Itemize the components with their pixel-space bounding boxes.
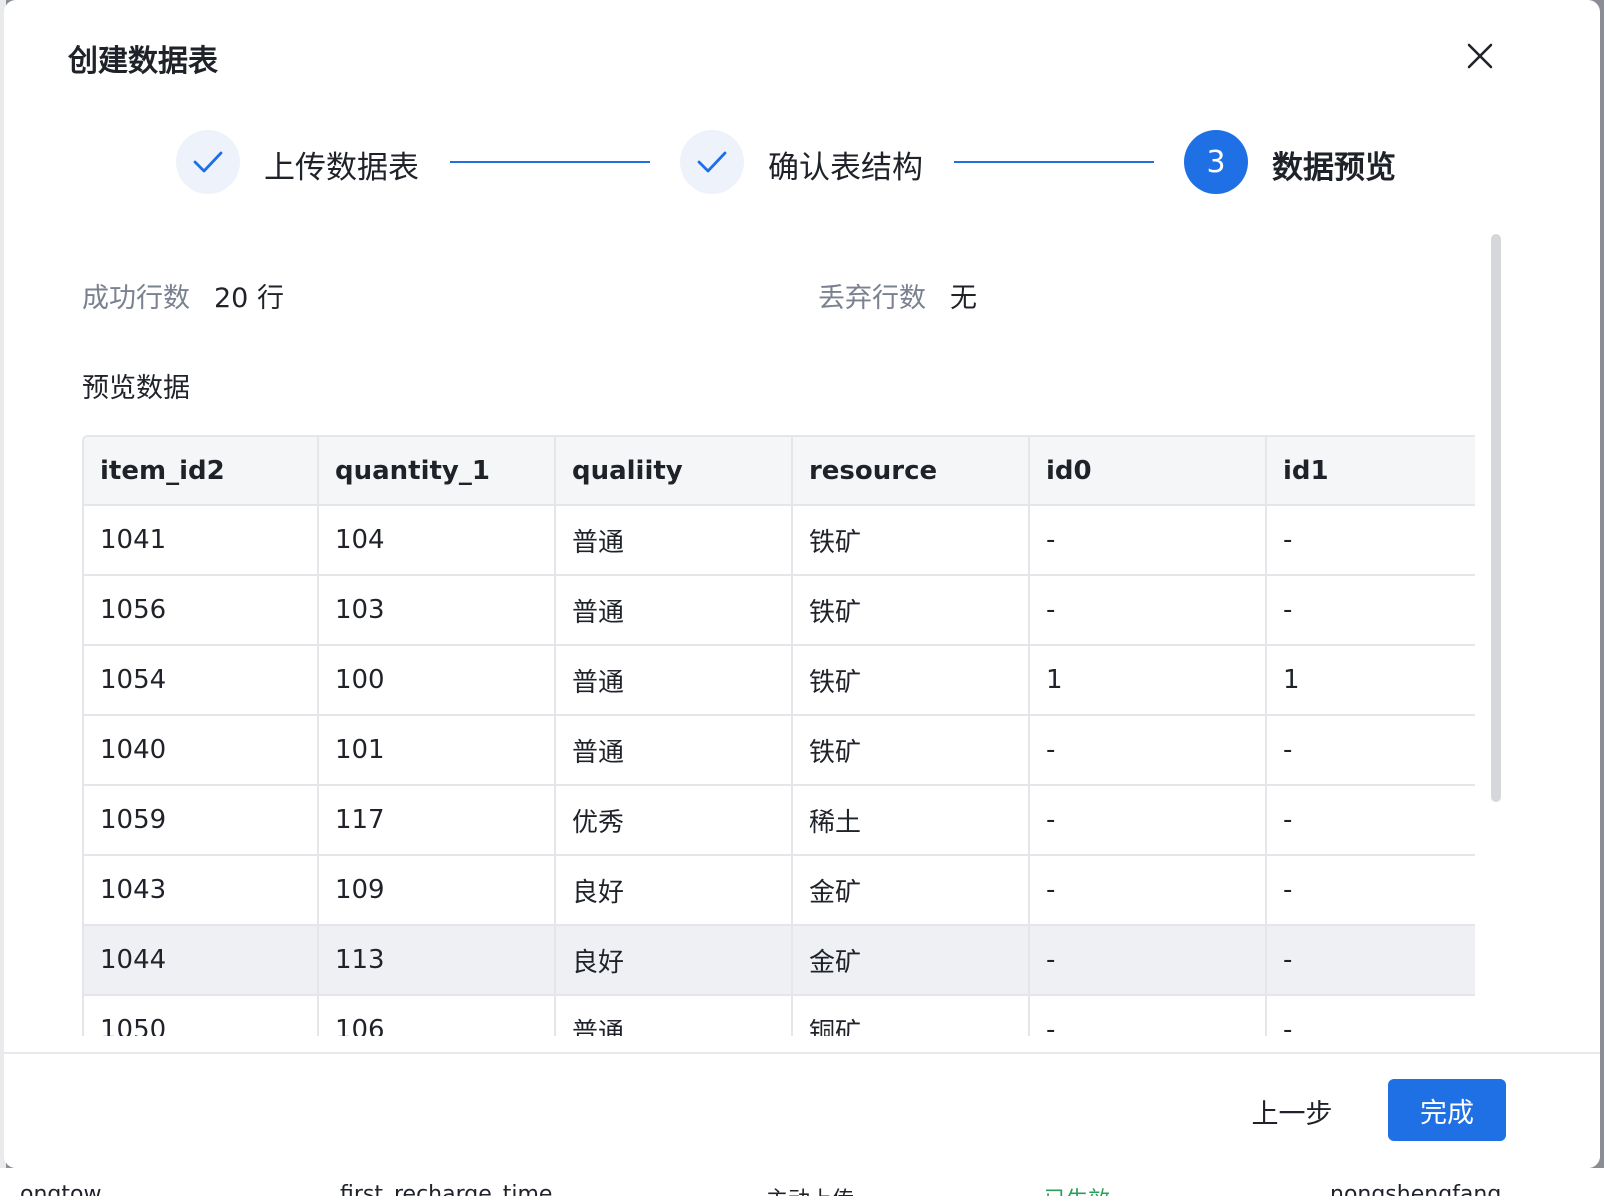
finish-button[interactable]: 完成: [1388, 1079, 1506, 1141]
table-cell: 1054: [84, 645, 319, 716]
table-cell: 铁矿: [791, 715, 1030, 786]
table-cell: -: [1265, 505, 1475, 576]
table-cell: 优秀: [554, 785, 793, 856]
dialog-footer: 上一步 完成: [4, 1052, 1600, 1168]
close-icon: [1467, 43, 1493, 69]
table-row[interactable]: 1040 101 普通 铁矿 - -: [84, 715, 1475, 786]
table-cell: -: [1028, 995, 1267, 1036]
table-cell: -: [1265, 995, 1475, 1036]
table-cell: 1044: [84, 925, 319, 996]
step-connector: [954, 161, 1154, 163]
column-header: item_id2: [84, 437, 319, 506]
table-cell: 100: [317, 645, 556, 716]
step-connector: [450, 161, 650, 163]
step-1-check: [176, 130, 240, 194]
step-3-label: 数据预览: [1272, 150, 1396, 186]
background-text: 已生效: [1044, 1182, 1110, 1196]
column-header: qualiity: [554, 437, 793, 506]
table-cell: 101: [317, 715, 556, 786]
background-text: first_recharge_time: [340, 1182, 553, 1196]
table-cell: -: [1028, 715, 1267, 786]
table-cell: 103: [317, 575, 556, 646]
table-row[interactable]: 1043 109 良好 金矿 - -: [84, 855, 1475, 926]
table-cell: 1041: [84, 505, 319, 576]
table-cell: 良好: [554, 855, 793, 926]
table-cell: -: [1028, 785, 1267, 856]
step-2-label: 确认表结构: [768, 150, 923, 186]
table-cell: -: [1265, 925, 1475, 996]
preview-table: item_id2 quantity_1 qualiity resource id…: [84, 437, 1475, 1036]
table-cell: 113: [317, 925, 556, 996]
check-icon: [697, 151, 727, 173]
column-header: resource: [791, 437, 1030, 506]
table-header-row: item_id2 quantity_1 qualiity resource id…: [84, 437, 1475, 506]
table-cell: -: [1028, 925, 1267, 996]
table-row[interactable]: 1041 104 普通 铁矿 - -: [84, 505, 1475, 576]
table-cell: 铜矿: [791, 995, 1030, 1036]
table-cell: 1059: [84, 785, 319, 856]
table-row[interactable]: 1044 113 良好 金矿 - -: [84, 925, 1475, 996]
preview-table-container[interactable]: item_id2 quantity_1 qualiity resource id…: [82, 435, 1475, 1036]
close-button[interactable]: [1460, 36, 1500, 76]
discard-rows-value: 无: [950, 283, 977, 314]
table-row[interactable]: 1050 106 普通 铜矿 - -: [84, 995, 1475, 1036]
preview-title: 预览数据: [82, 373, 190, 404]
table-cell: 普通: [554, 715, 793, 786]
table-cell: 1: [1028, 645, 1267, 716]
dialog-title: 创建数据表: [68, 44, 218, 79]
table-cell: -: [1265, 715, 1475, 786]
success-rows-value: 20 行: [214, 283, 284, 314]
table-cell: 普通: [554, 645, 793, 716]
background-page: ongtow first_recharge_time 主动上传 已生效 nong…: [0, 1168, 1604, 1196]
table-cell: 稀土: [791, 785, 1030, 856]
create-table-dialog: 创建数据表 上传数据表 确认表结构 3 数据预览 成功行数 20 行 丢弃行数 …: [4, 0, 1600, 1168]
success-rows-label: 成功行数: [82, 283, 190, 314]
step-3-number: 3: [1184, 130, 1248, 194]
table-cell: 117: [317, 785, 556, 856]
background-text: nongshengfang: [1330, 1182, 1502, 1196]
step-1-label: 上传数据表: [264, 150, 419, 186]
table-cell: 金矿: [791, 925, 1030, 996]
previous-step-button[interactable]: 上一步: [1236, 1082, 1348, 1140]
table-cell: 铁矿: [791, 505, 1030, 576]
table-cell: -: [1265, 785, 1475, 856]
step-2-check: [680, 130, 744, 194]
table-cell: 普通: [554, 995, 793, 1036]
table-cell: 金矿: [791, 855, 1030, 926]
table-row[interactable]: 1056 103 普通 铁矿 - -: [84, 575, 1475, 646]
table-body: 1041 104 普通 铁矿 - -1056 103 普通 铁矿 - -1054 100 普通 铁矿 1 1 1…: [84, 505, 1475, 1036]
column-header: quantity_1: [317, 437, 556, 506]
table-cell: -: [1265, 855, 1475, 926]
scrollbar-thumb[interactable]: [1491, 234, 1501, 802]
table-cell: 1050: [84, 995, 319, 1036]
background-text: ongtow: [20, 1182, 102, 1196]
background-text: 主动上传: [766, 1182, 854, 1196]
table-cell: 铁矿: [791, 575, 1030, 646]
column-header: id1: [1265, 437, 1475, 506]
table-cell: 1: [1265, 645, 1475, 716]
table-cell: 1040: [84, 715, 319, 786]
column-header: id0: [1028, 437, 1267, 506]
table-cell: 良好: [554, 925, 793, 996]
check-icon: [193, 151, 223, 173]
table-cell: 1056: [84, 575, 319, 646]
table-cell: -: [1028, 855, 1267, 926]
table-cell: 1043: [84, 855, 319, 926]
table-cell: -: [1028, 505, 1267, 576]
table-cell: -: [1265, 575, 1475, 646]
table-row[interactable]: 1054 100 普通 铁矿 1 1: [84, 645, 1475, 716]
steps: 上传数据表 确认表结构 3 数据预览: [4, 130, 1600, 194]
table-cell: -: [1028, 575, 1267, 646]
table-cell: 普通: [554, 505, 793, 576]
table-cell: 104: [317, 505, 556, 576]
table-cell: 109: [317, 855, 556, 926]
table-cell: 普通: [554, 575, 793, 646]
table-row[interactable]: 1059 117 优秀 稀土 - -: [84, 785, 1475, 856]
table-cell: 铁矿: [791, 645, 1030, 716]
discard-rows-label: 丢弃行数: [818, 283, 926, 314]
table-cell: 106: [317, 995, 556, 1036]
